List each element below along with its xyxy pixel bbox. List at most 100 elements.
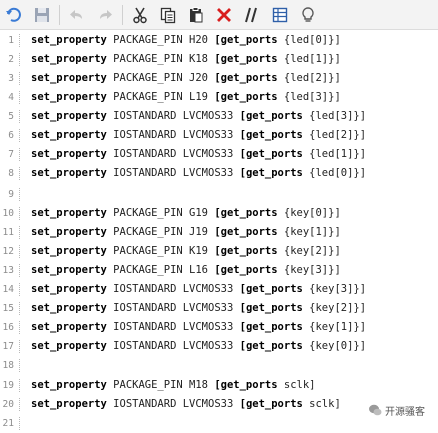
code-line[interactable]: 18 — [0, 356, 438, 375]
code-line[interactable]: 8 set_property IOSTANDARD LVCMOS33 [get_p… — [0, 164, 438, 183]
command-keyword: set_property — [31, 283, 107, 295]
get-ports-keyword: [get_ports — [214, 207, 278, 219]
command-keyword: set_property — [31, 148, 107, 160]
code-text: set_property IOSTANDARD LVCMOS33 [get_po… — [31, 337, 366, 356]
port-name: {key[0]}] — [277, 207, 341, 219]
code-line[interactable]: 10 set_property PACKAGE_PIN G19 [get_port… — [0, 204, 438, 223]
code-line[interactable]: 1 set_property PACKAGE_PIN H20 [get_ports… — [0, 31, 438, 50]
code-line[interactable]: 3 set_property PACKAGE_PIN J20 [get_ports… — [0, 69, 438, 88]
copy-icon[interactable] — [156, 3, 180, 27]
get-ports-keyword: [get_ports — [214, 91, 278, 103]
line-number: 21 — [2, 418, 14, 429]
gutter-fold-marker — [19, 148, 20, 161]
code-line[interactable]: 11 set_property PACKAGE_PIN J19 [get_port… — [0, 223, 438, 242]
gutter-fold-marker — [19, 34, 20, 47]
port-name: {key[1]}] — [277, 226, 341, 238]
property-args: PACKAGE_PIN L16 — [106, 264, 215, 276]
gutter-fold-marker — [19, 110, 20, 123]
line-number: 7 — [8, 149, 14, 160]
comment-icon[interactable] — [240, 3, 264, 27]
port-name: {led[0]}] — [277, 34, 341, 46]
line-number: 13 — [2, 265, 14, 276]
line-number: 8 — [8, 168, 14, 179]
code-text: set_property PACKAGE_PIN K18 [get_ports … — [31, 50, 341, 69]
gutter-fold-marker — [19, 302, 20, 315]
code-line[interactable]: 5 set_property IOSTANDARD LVCMOS33 [get_p… — [0, 107, 438, 126]
gutter-fold-marker — [19, 283, 20, 296]
code-text: set_property IOSTANDARD LVCMOS33 [get_po… — [31, 164, 366, 183]
property-args: IOSTANDARD LVCMOS33 — [106, 302, 240, 314]
line-number: 5 — [8, 111, 14, 122]
get-ports-keyword: [get_ports — [239, 110, 303, 122]
line-number: 3 — [8, 73, 14, 84]
port-name: sclk] — [302, 398, 341, 410]
code-line[interactable]: 19 set_property PACKAGE_PIN M18 [get_port… — [0, 376, 438, 395]
line-number: 4 — [8, 92, 14, 103]
code-line[interactable]: 6 set_property IOSTANDARD LVCMOS33 [get_p… — [0, 126, 438, 145]
gutter-fold-marker — [19, 226, 20, 239]
undo-arrow-icon[interactable] — [65, 3, 89, 27]
line-number: 6 — [8, 130, 14, 141]
command-keyword: set_property — [31, 321, 107, 333]
line-number: 15 — [2, 303, 14, 314]
toolbar-separator — [122, 4, 123, 25]
code-line[interactable]: 7 set_property IOSTANDARD LVCMOS33 [get_p… — [0, 145, 438, 164]
gutter-fold-marker — [19, 398, 20, 411]
command-keyword: set_property — [31, 91, 107, 103]
line-number: 20 — [2, 399, 14, 410]
code-line[interactable]: 9 — [0, 185, 438, 204]
port-name: {led[0]}] — [302, 167, 367, 179]
command-keyword: set_property — [31, 34, 107, 46]
code-line[interactable]: 14 set_property IOSTANDARD LVCMOS33 [get_… — [0, 280, 438, 299]
property-args: IOSTANDARD LVCMOS33 — [106, 167, 240, 179]
cut-icon[interactable] — [128, 3, 152, 27]
property-args: PACKAGE_PIN G19 — [106, 207, 215, 219]
command-keyword: set_property — [31, 207, 107, 219]
code-editor[interactable]: 1 set_property PACKAGE_PIN H20 [get_ports… — [0, 30, 438, 430]
gutter-fold-marker — [19, 359, 20, 372]
gutter-fold-marker — [19, 188, 20, 201]
code-text: set_property IOSTANDARD LVCMOS33 [get_po… — [31, 145, 366, 164]
gutter-fold-marker — [19, 417, 20, 430]
code-text: set_property IOSTANDARD LVCMOS33 [get_po… — [31, 318, 366, 337]
port-name: {led[1]}] — [277, 53, 341, 65]
code-line[interactable]: 12 set_property PACKAGE_PIN K19 [get_port… — [0, 242, 438, 261]
code-line[interactable]: 13 set_property PACKAGE_PIN L16 [get_port… — [0, 261, 438, 280]
gutter-fold-marker — [19, 207, 20, 220]
command-keyword: set_property — [31, 340, 107, 352]
watermark-text: 开源骚客 — [385, 406, 425, 418]
command-keyword: set_property — [31, 226, 107, 238]
undo-icon[interactable] — [2, 3, 26, 27]
delete-icon[interactable] — [212, 3, 236, 27]
code-text: set_property IOSTANDARD LVCMOS33 [get_po… — [31, 395, 341, 414]
code-line[interactable]: 4 set_property PACKAGE_PIN L19 [get_ports… — [0, 88, 438, 107]
gutter-fold-marker — [19, 379, 20, 392]
gutter-fold-marker — [19, 129, 20, 142]
table-icon[interactable] — [268, 3, 292, 27]
command-keyword: set_property — [31, 245, 107, 257]
code-text: set_property PACKAGE_PIN L19 [get_ports … — [31, 88, 341, 107]
code-line[interactable]: 16 set_property IOSTANDARD LVCMOS33 [get_… — [0, 318, 438, 337]
port-name: {led[1]}] — [302, 148, 367, 160]
redo-arrow-icon[interactable] — [93, 3, 117, 27]
get-ports-keyword: [get_ports — [239, 129, 303, 141]
wechat-icon — [369, 404, 382, 416]
line-number: 19 — [2, 380, 14, 391]
get-ports-keyword: [get_ports — [214, 53, 278, 65]
code-line[interactable]: 2 set_property PACKAGE_PIN K18 [get_ports… — [0, 50, 438, 69]
save-icon[interactable] — [30, 3, 54, 27]
code-line[interactable]: 17 set_property IOSTANDARD LVCMOS33 [get_… — [0, 337, 438, 356]
get-ports-keyword: [get_ports — [214, 245, 278, 257]
code-line[interactable]: 15 set_property IOSTANDARD LVCMOS33 [get_… — [0, 299, 438, 318]
command-keyword: set_property — [31, 167, 107, 179]
paste-icon[interactable] — [184, 3, 208, 27]
property-args: IOSTANDARD LVCMOS33 — [106, 283, 240, 295]
lightbulb-icon[interactable] — [296, 3, 320, 27]
port-name: {key[2]}] — [277, 245, 341, 257]
get-ports-keyword: [get_ports — [214, 34, 278, 46]
code-text: set_property PACKAGE_PIN L16 [get_ports … — [31, 261, 341, 280]
get-ports-keyword: [get_ports — [214, 379, 278, 391]
port-name: {key[0]}] — [302, 340, 367, 352]
port-name: {key[2]}] — [302, 302, 367, 314]
line-number: 11 — [2, 227, 14, 238]
